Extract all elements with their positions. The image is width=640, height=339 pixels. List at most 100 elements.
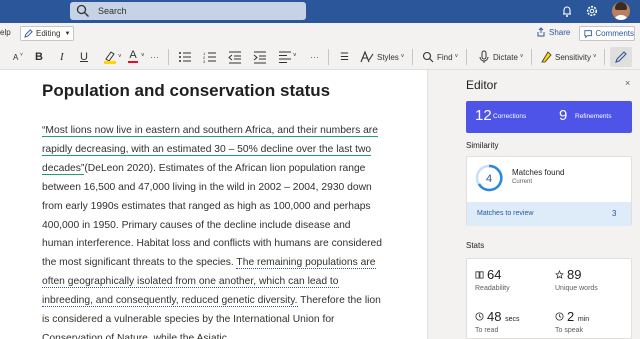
sensitivity-icon (541, 51, 552, 63)
to-read-unit: secs (505, 316, 520, 323)
microphone-icon (479, 50, 489, 63)
share-button[interactable]: Share (536, 27, 570, 37)
book-icon (475, 271, 484, 279)
editor-pen-icon (615, 51, 627, 63)
matches-ring: 4 (475, 164, 503, 192)
styles-icon (360, 50, 374, 63)
refinements-label: Refinements (575, 113, 612, 120)
ribbon-separator (328, 49, 329, 65)
font-color-bar (128, 61, 138, 63)
highlight-chevron-icon: ˅ (118, 54, 122, 60)
to-speak-value: 2 (567, 309, 575, 324)
ribbon-toolbar: A ˅ B I U ˅ A ˅ ··· 123 ˅ ··· ☰ Styles ˅… (0, 44, 640, 70)
font-color-button[interactable]: A (128, 50, 138, 64)
sensitivity-label: Sensitivity (555, 52, 592, 62)
unique-words-value: 89 (567, 267, 582, 282)
dictate-label: Dictate (493, 52, 518, 62)
search-icon (76, 4, 89, 17)
editor-button[interactable] (610, 47, 632, 67)
sensitivity-button[interactable]: Sensitivity ˅ (540, 50, 597, 64)
more-font-options-icon[interactable]: ··· (150, 50, 159, 64)
find-icon (422, 51, 434, 63)
document-paragraph[interactable]: “Most lions now live in eastern and sout… (42, 122, 382, 339)
ribbon-separator (604, 49, 605, 65)
styles-button[interactable]: Styles ˅ (360, 50, 404, 64)
editor-pane: Editor × 12 Corrections 9 Refinements Si… (427, 70, 640, 339)
underline-button[interactable]: U (80, 50, 88, 64)
font-color-glyph: A (129, 49, 137, 61)
pencil-icon (24, 29, 33, 38)
font-size-button[interactable]: A (13, 50, 18, 64)
title-bar: Search (0, 0, 640, 23)
bell-icon[interactable] (560, 4, 574, 18)
to-speak-unit: min (577, 316, 590, 323)
gear-icon[interactable] (585, 4, 599, 18)
more-paragraph-options-icon[interactable]: ··· (310, 50, 319, 64)
dictate-chevron-icon: ˅ (519, 54, 524, 60)
comments-button[interactable]: Comments (579, 26, 635, 41)
similarity-heading: Similarity (466, 141, 499, 150)
chevron-down-icon: ▼ (64, 30, 71, 37)
ribbon-separator (531, 49, 532, 65)
corrections-count: 12 (475, 107, 492, 124)
avatar[interactable] (612, 2, 630, 20)
search-box[interactable]: Search (70, 2, 306, 20)
ribbon-separator (466, 49, 467, 65)
editor-pane-title: Editor (466, 78, 498, 92)
ribbon-separator (168, 49, 169, 65)
svg-text:3: 3 (203, 59, 206, 64)
current-label: Current (512, 179, 533, 185)
refinements-count: 9 (559, 107, 568, 124)
bold-button[interactable]: B (35, 50, 43, 64)
bullets-icon[interactable] (178, 50, 192, 64)
menu-help[interactable]: elp (0, 28, 11, 37)
sensitivity-chevron-icon: ˅ (593, 54, 597, 60)
align-left-icon[interactable] (278, 50, 292, 64)
styles-pane-icon[interactable]: ☰ (340, 50, 349, 64)
increase-indent-icon[interactable] (253, 50, 267, 64)
document-heading: Population and conservation status (42, 81, 331, 100)
ribbon-separator (412, 49, 413, 65)
to-speak-label: To speak (555, 327, 584, 334)
highlight-button[interactable]: ˅ (103, 50, 122, 64)
italic-button[interactable]: I (60, 50, 64, 64)
readability-label: Readability (475, 285, 510, 292)
similarity-card[interactable]: 4 Matches found Current Matches to revie… (466, 156, 632, 226)
clock-icon (475, 312, 484, 321)
document-canvas[interactable]: Population and conservation status “Most… (0, 70, 427, 339)
matches-to-review-row[interactable]: Matches to review 3 (467, 202, 631, 226)
readability-value: 64 (487, 267, 502, 282)
decrease-indent-icon[interactable] (228, 50, 242, 64)
matches-to-review-label: Matches to review (477, 210, 534, 217)
to-read-value: 48 (487, 309, 502, 324)
clock-icon (555, 312, 564, 321)
editing-mode-dropdown[interactable]: Editing ▼ (20, 26, 74, 41)
matches-to-review-count: 3 (612, 209, 617, 218)
share-icon (537, 27, 545, 37)
corrections-label: Corrections (493, 113, 527, 120)
unique-words-label: Unique words (555, 285, 598, 292)
align-chevron-icon: ˅ (293, 53, 297, 59)
styles-label: Styles (377, 52, 399, 62)
to-read-label: To read (475, 327, 499, 334)
search-placeholder: Search (98, 6, 127, 16)
highlighter-icon (104, 51, 116, 64)
suggestions-summary[interactable]: 12 Corrections 9 Refinements (466, 101, 632, 133)
find-chevron-icon: ˅ (454, 54, 459, 60)
editing-label: Editing (36, 29, 61, 38)
close-icon[interactable]: × (625, 78, 630, 88)
find-label: Find (437, 52, 453, 62)
font-size-chevron-icon: ˅ (20, 52, 23, 58)
matches-found-label: Matches found (512, 168, 565, 177)
numbering-icon[interactable]: 123 (203, 50, 217, 64)
find-button[interactable]: Find ˅ (422, 50, 458, 64)
font-color-chevron-icon: ˅ (141, 53, 145, 59)
comments-label: Comments (595, 29, 634, 38)
star-icon (555, 270, 564, 279)
styles-chevron-icon: ˅ (400, 54, 405, 60)
comment-icon (584, 29, 592, 38)
dictate-button[interactable]: Dictate ˅ (478, 50, 523, 64)
share-label: Share (549, 27, 571, 37)
stats-heading: Stats (466, 241, 485, 250)
matches-count: 4 (486, 173, 492, 185)
